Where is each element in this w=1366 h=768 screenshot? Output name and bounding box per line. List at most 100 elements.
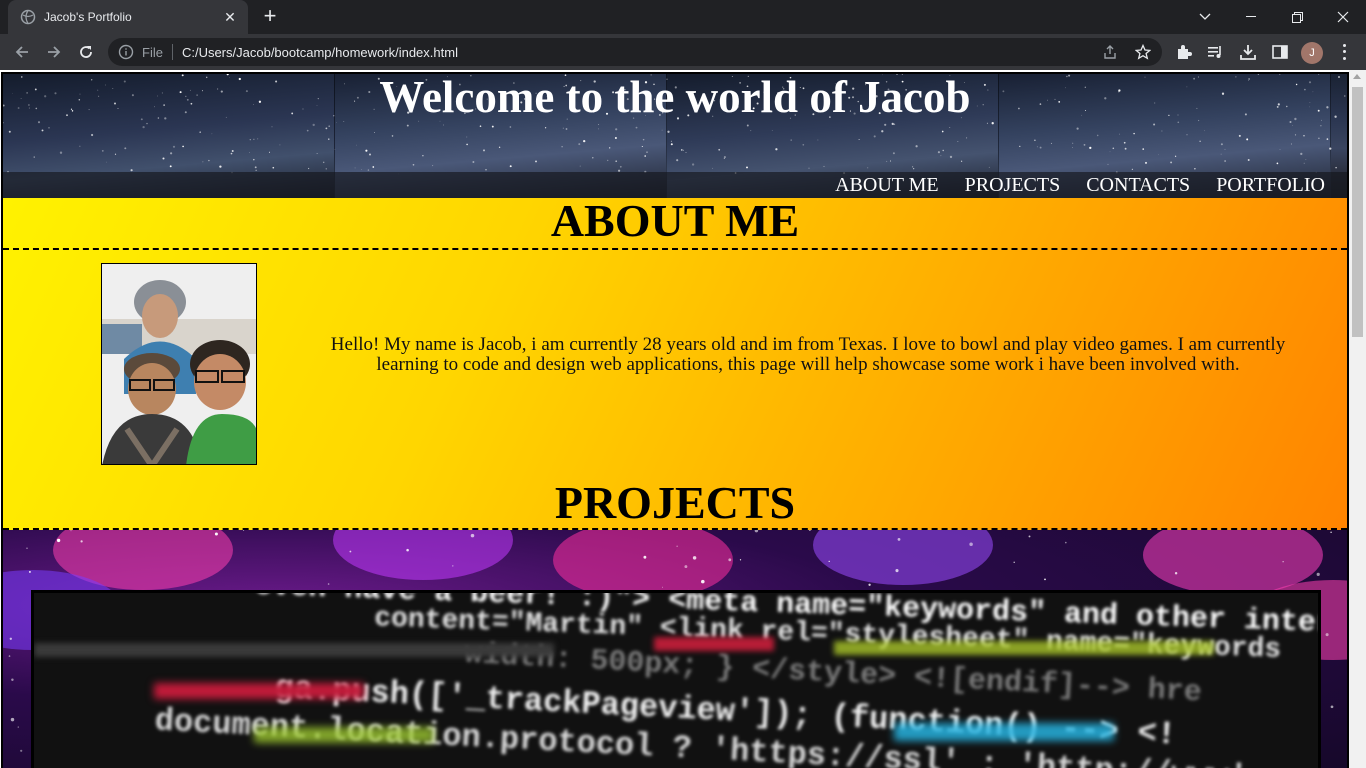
star-dot [728, 558, 732, 562]
star-dot [1013, 561, 1015, 564]
nav-link-projects[interactable]: PROJECTS [965, 174, 1061, 197]
star-dot [685, 151, 687, 153]
star-dot [26, 547, 28, 549]
media-icon[interactable] [1207, 43, 1225, 61]
star-dot [565, 128, 568, 130]
menu-icon[interactable] [1336, 42, 1352, 62]
sidepanel-icon[interactable] [1271, 43, 1289, 61]
new-tab-button[interactable]: + [258, 5, 282, 29]
download-icon[interactable] [1239, 43, 1257, 61]
star-dot [598, 124, 600, 125]
star-dot [1204, 130, 1206, 132]
star-dot [162, 157, 165, 160]
star-dot [91, 133, 94, 137]
nav-link-contacts[interactable]: CONTACTS [1086, 174, 1190, 197]
star-dot [1329, 147, 1332, 150]
address-bar[interactable]: File C:/Users/Jacob/bootcamp/homework/in… [108, 38, 1162, 66]
star-dot [1289, 120, 1292, 124]
star-dot [1044, 578, 1046, 581]
star-dot [1142, 148, 1145, 150]
star-dot [1330, 531, 1332, 534]
tab-portfolio[interactable]: Jacob's Portfolio ✕ [8, 0, 248, 34]
reload-icon[interactable] [74, 40, 98, 64]
star-dot [8, 655, 11, 657]
star-dot [750, 130, 752, 132]
projects-section: even have a beer! :)"> <meta name="keywo… [3, 530, 1347, 768]
star-dot [1300, 152, 1303, 156]
star-icon[interactable] [1135, 44, 1153, 60]
star-dot [828, 560, 830, 563]
star-dot [356, 144, 357, 146]
star-dot [817, 139, 819, 141]
star-dot [1083, 144, 1086, 146]
star-dot [169, 165, 172, 168]
code-screenshot-image[interactable]: even have a beer! :)"> <meta name="keywo… [31, 590, 1321, 768]
info-icon[interactable] [118, 44, 134, 60]
extensions-icon[interactable] [1175, 43, 1193, 61]
star-dot [1036, 146, 1038, 148]
star-dot [692, 556, 697, 560]
nav-link-about-me[interactable]: ABOUT ME [835, 174, 939, 197]
tab-title: Jacob's Portfolio [44, 10, 132, 24]
star-dot [661, 129, 663, 131]
star-dot [498, 146, 501, 148]
star-dot [334, 149, 336, 150]
star-dot [422, 154, 424, 157]
profile-avatar[interactable]: J [1301, 42, 1323, 64]
share-icon[interactable] [1102, 44, 1120, 60]
close-tab-icon[interactable]: ✕ [222, 9, 238, 25]
code-blur-band [254, 727, 434, 743]
star-dot [11, 678, 14, 682]
star-dot [701, 579, 705, 584]
star-dot [886, 160, 888, 162]
star-dot [335, 121, 337, 123]
page-scrollbar[interactable] [1349, 70, 1366, 768]
star-dot [316, 152, 318, 154]
minimize-icon[interactable] [1228, 0, 1274, 34]
star-dot [230, 152, 233, 155]
address-url[interactable]: C:/Users/Jacob/bootcamp/homework/index.h… [182, 45, 458, 60]
star-dot [253, 158, 255, 161]
star-dot [969, 542, 973, 547]
star-dot [966, 137, 968, 139]
tab-strip: Jacob's Portfolio ✕ + [0, 0, 1366, 34]
star-dot [960, 160, 963, 162]
scroll-up-icon[interactable] [1353, 74, 1361, 79]
star-dot [1124, 147, 1127, 150]
star-dot [609, 147, 611, 149]
star-dot [718, 148, 721, 151]
nav-link-portfolio[interactable]: PORTFOLIO [1216, 174, 1325, 197]
star-dot [641, 145, 643, 148]
star-dot [470, 533, 475, 538]
star-dot [895, 569, 899, 573]
star-dot [892, 152, 895, 155]
star-dot [544, 127, 547, 129]
restore-icon[interactable] [1274, 0, 1320, 34]
tab-search-icon[interactable] [1182, 0, 1228, 34]
star-dot [1224, 160, 1226, 162]
star-dot [1158, 154, 1159, 156]
globe-icon [20, 9, 36, 25]
star-dot [452, 565, 454, 567]
star-dot [561, 146, 563, 148]
star-dot [343, 121, 345, 122]
star-dot [1123, 141, 1126, 144]
star-dot [642, 138, 645, 141]
star-dot [739, 559, 742, 561]
close-window-icon[interactable] [1320, 0, 1366, 34]
star-dot [325, 168, 327, 170]
forward-icon[interactable] [42, 40, 66, 64]
star-dot [644, 155, 647, 157]
profile-photo [101, 263, 257, 465]
star-dot [1177, 121, 1180, 124]
star-dot [1072, 142, 1074, 144]
back-icon[interactable] [10, 40, 34, 64]
star-dot [249, 139, 251, 141]
star-dot [988, 166, 990, 168]
nebula-glow [333, 530, 513, 580]
star-dot [146, 122, 148, 125]
star-dot [682, 149, 684, 151]
scrollbar-thumb[interactable] [1352, 87, 1363, 337]
star-dot [3, 121, 4, 124]
star-dot [912, 166, 914, 168]
